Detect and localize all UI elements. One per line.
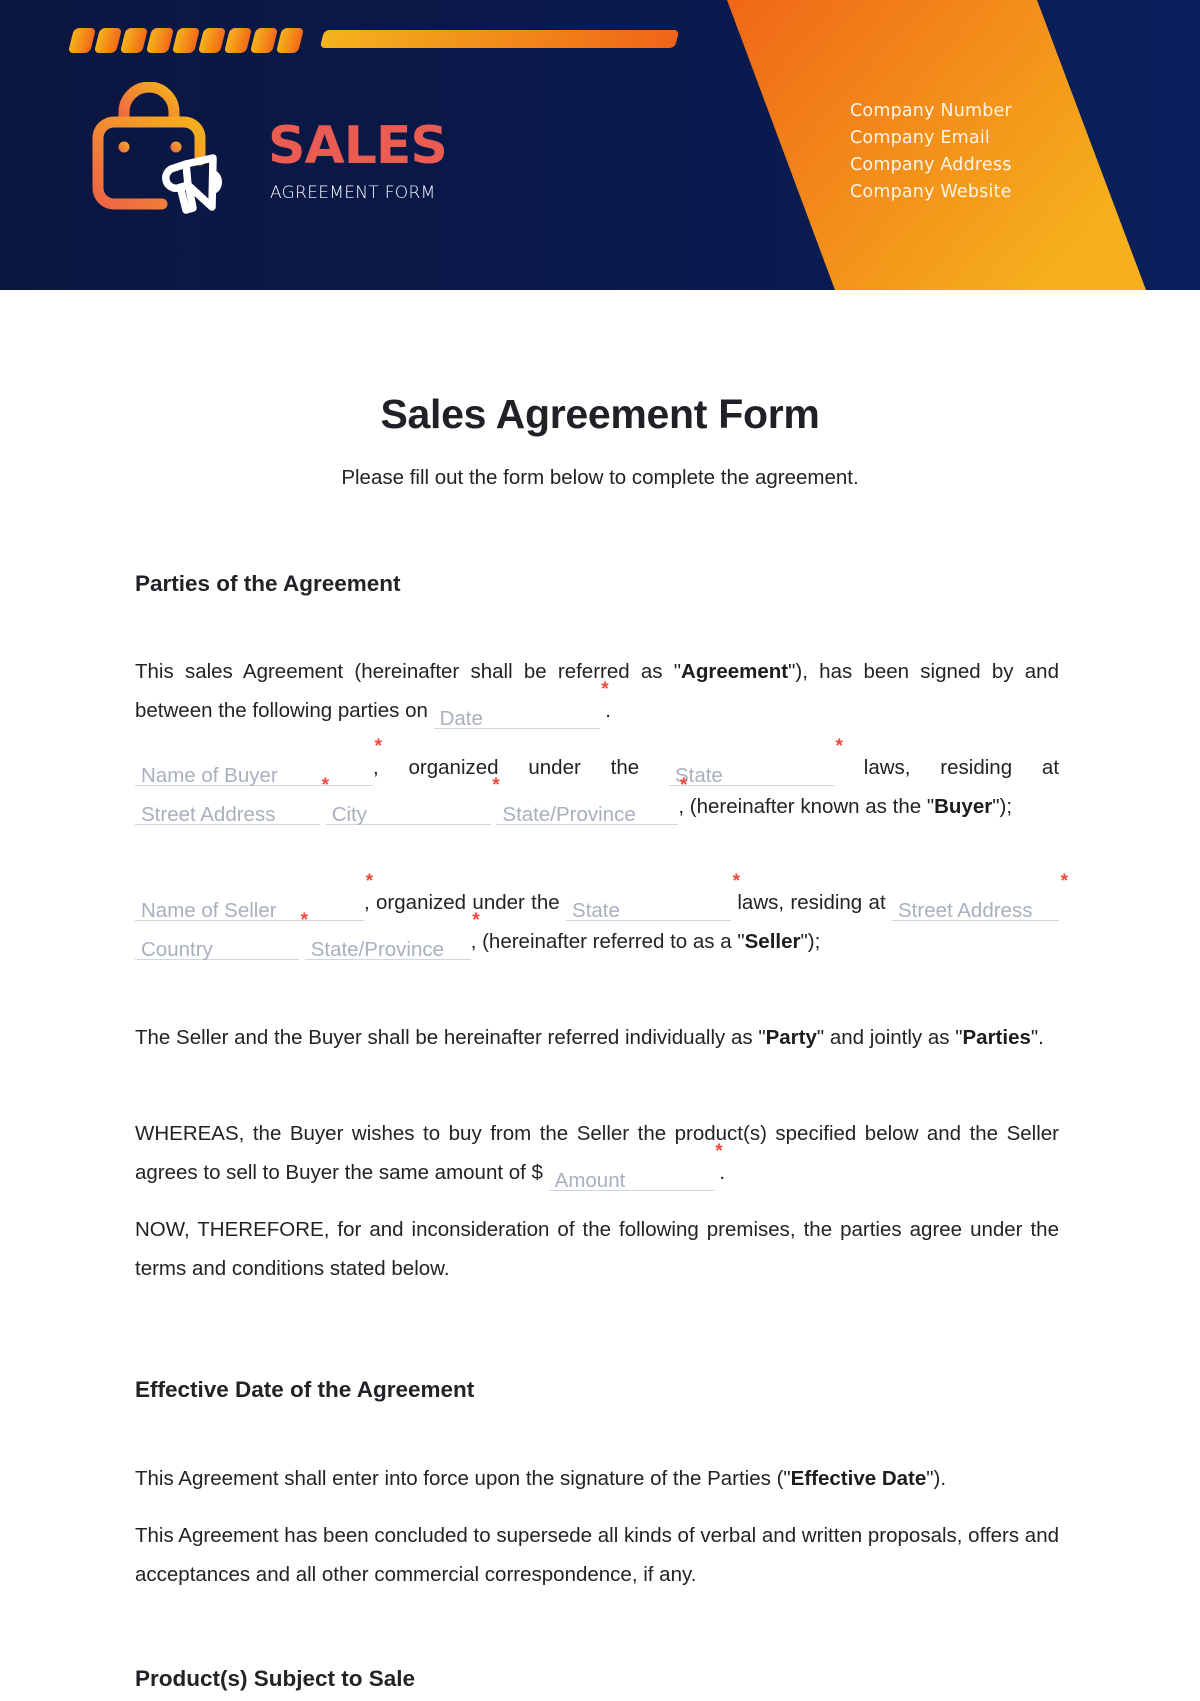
required-asterisk: * bbox=[715, 1141, 723, 1162]
intro-paragraph: This sales Agreement (hereinafter shall … bbox=[135, 652, 1059, 733]
decorative-bar bbox=[319, 30, 680, 48]
required-asterisk: * bbox=[601, 679, 609, 700]
company-info: Company Number Company Email Company Add… bbox=[850, 98, 1012, 206]
now-therefore-paragraph: NOW, THEREFORE, for and inconsideration … bbox=[135, 1218, 1059, 1280]
company-website: Company Website bbox=[850, 182, 1012, 202]
amount-input[interactable] bbox=[548, 1167, 714, 1195]
section-heading-parties: Parties of the Agreement bbox=[135, 571, 401, 596]
buyer-name-input[interactable] bbox=[135, 762, 373, 790]
seller-country-field[interactable]: * bbox=[135, 911, 308, 964]
seller-name-input[interactable] bbox=[135, 897, 364, 925]
required-asterisk: * bbox=[492, 775, 500, 796]
required-asterisk: * bbox=[835, 736, 843, 757]
buyer-city-field[interactable]: * bbox=[325, 776, 500, 829]
company-address: Company Address bbox=[850, 155, 1012, 175]
buyer-state-input[interactable] bbox=[668, 762, 834, 790]
required-asterisk: * bbox=[680, 775, 688, 796]
buyer-paragraph: *, organized under the * laws, residing … bbox=[135, 737, 1059, 829]
date-input[interactable] bbox=[433, 705, 600, 733]
header-banner: SALES AGREEMENT FORM Company Number Comp… bbox=[0, 0, 1200, 290]
date-field[interactable]: * bbox=[433, 680, 609, 733]
seller-name-field[interactable]: * bbox=[135, 872, 373, 925]
buyer-province-field[interactable]: * bbox=[496, 776, 687, 829]
buyer-state-field[interactable]: * bbox=[668, 737, 843, 790]
section-heading-effective-date: Effective Date of the Agreement bbox=[135, 1377, 475, 1402]
brand-title: SALES bbox=[268, 116, 448, 176]
party-paragraph: The Seller and the Buyer shall be herein… bbox=[135, 1026, 1044, 1049]
seller-state-input[interactable] bbox=[566, 897, 732, 925]
brand-subtitle: AGREEMENT FORM bbox=[270, 183, 436, 203]
company-number: Company Number bbox=[850, 101, 1012, 121]
amount-field[interactable]: * bbox=[548, 1142, 723, 1195]
seller-country-input[interactable] bbox=[135, 936, 299, 964]
seller-paragraph: *, organized under the * laws, residing … bbox=[135, 872, 1068, 964]
company-email: Company Email bbox=[850, 128, 990, 148]
page-subtitle: Please fill out the form below to comple… bbox=[341, 466, 859, 489]
buyer-street-input[interactable] bbox=[135, 801, 320, 829]
required-asterisk: * bbox=[472, 910, 480, 931]
required-asterisk: * bbox=[732, 871, 741, 892]
seller-province-input[interactable] bbox=[304, 936, 471, 964]
buyer-name-field[interactable]: * bbox=[135, 737, 382, 790]
seller-street-field[interactable]: * bbox=[892, 872, 1068, 925]
required-asterisk: * bbox=[1060, 871, 1068, 892]
required-asterisk: * bbox=[365, 871, 373, 892]
supersede-paragraph: This Agreement has been concluded to sup… bbox=[135, 1524, 1059, 1586]
decorative-dashes bbox=[67, 28, 305, 53]
buyer-street-field[interactable]: * bbox=[135, 776, 329, 829]
seller-state-field[interactable]: * bbox=[566, 872, 740, 925]
seller-province-field[interactable]: * bbox=[304, 911, 480, 964]
required-asterisk: * bbox=[300, 910, 308, 931]
effective-date-paragraph: This Agreement shall enter into force up… bbox=[135, 1467, 947, 1490]
buyer-city-input[interactable] bbox=[325, 801, 491, 829]
seller-street-input[interactable] bbox=[892, 897, 1059, 925]
buyer-province-input[interactable] bbox=[496, 801, 679, 829]
section-heading-products: Product(s) Subject to Sale bbox=[135, 1666, 416, 1691]
page-title: Sales Agreement Form bbox=[380, 391, 820, 437]
whereas-paragraph: WHEREAS, the Buyer wishes to buy from th… bbox=[135, 1114, 1059, 1195]
required-asterisk: * bbox=[374, 736, 382, 757]
required-asterisk: * bbox=[321, 775, 329, 796]
shopping-bag-megaphone-icon bbox=[92, 82, 223, 214]
